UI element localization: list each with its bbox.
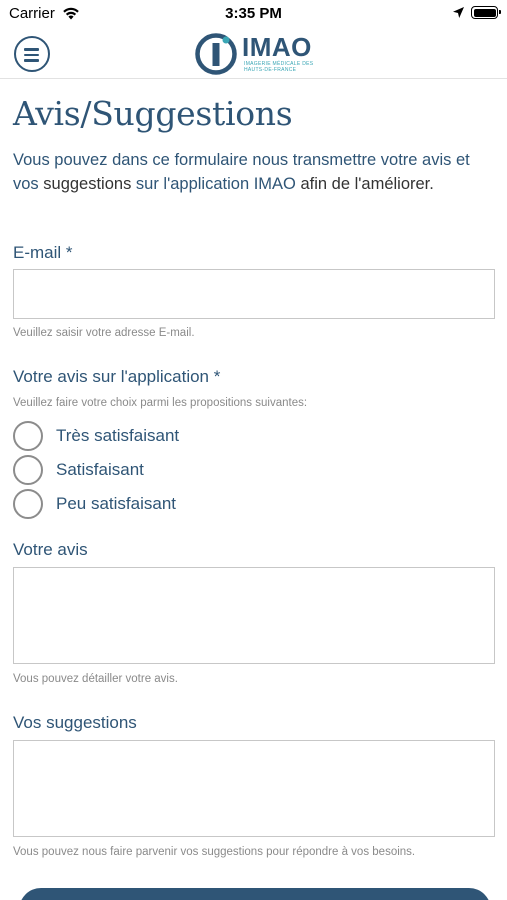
rating-option-tres-satisfaisant[interactable]: Très satisfaisant [13,420,313,452]
nav-bar: IMAO IMAGERIE MÉDICALE DES HAUTS-DE-FRAN… [0,28,507,79]
suggestions-hint: Vous pouvez nous faire parvenir vos sugg… [13,846,416,858]
rating-option-satisfaisant[interactable]: Satisfaisant [13,454,313,486]
screen: Carrier 3:35 PM IMAO IMAGERIE MÉDICALE D… [0,0,507,900]
email-field[interactable] [13,269,495,319]
menu-button[interactable] [14,36,50,72]
rating-option-peu-satisfaisant[interactable]: Peu satisfaisant [13,488,313,520]
imao-logo: IMAO IMAGERIE MÉDICALE DES HAUTS-DE-FRAN… [194,32,319,76]
opinion-textarea[interactable] [13,567,495,664]
location-arrow-icon [452,6,465,24]
intro-part-2: suggestions [43,174,132,193]
radio-label: Satisfaisant [56,460,144,479]
logo-mark-icon [195,33,237,75]
page-title: Avis/Suggestions [13,94,293,133]
opinion-hint: Vous pouvez détailler votre avis. [13,673,178,685]
battery-icon [471,6,501,19]
submit-button[interactable] [19,888,491,900]
intro-part-3: sur l'application IMAO [131,174,301,193]
intro-text: Vous pouvez dans ce formulaire nous tran… [13,149,498,196]
radio-button[interactable] [13,489,43,519]
radio-button[interactable] [13,421,43,451]
email-label: E-mail * [13,243,73,262]
opinion-label: Votre avis [13,540,88,559]
radio-label: Peu satisfaisant [56,494,177,513]
email-hint: Veuillez saisir votre adresse E-mail. [13,327,195,339]
radio-button[interactable] [13,455,43,485]
status-bar: Carrier 3:35 PM [0,0,507,28]
rating-hint: Veuillez faire votre choix parmi les pro… [13,397,308,409]
suggestions-textarea[interactable] [13,740,495,837]
rating-label: Votre avis sur l'application * [13,367,221,386]
intro-part-4: afin de l'améliorer. [300,174,434,193]
logo-subtitle: IMAGERIE MÉDICALE DES HAUTS-DE-FRANCE [244,61,314,73]
radio-label: Très satisfaisant [56,426,180,445]
suggestions-label: Vos suggestions [13,713,137,732]
logo-text: IMAO [242,32,312,62]
clock: 3:35 PM [225,5,282,22]
